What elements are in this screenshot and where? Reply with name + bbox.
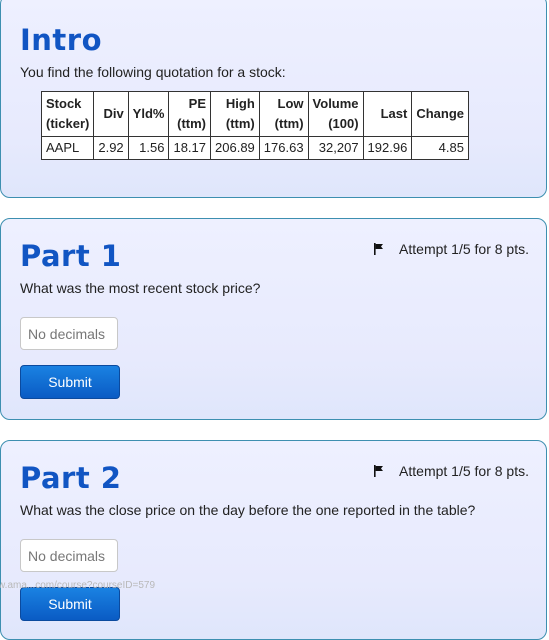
col-last: Last — [362, 91, 413, 137]
cell-high: 206.89 — [210, 136, 260, 160]
col-high: High (ttm) — [210, 91, 260, 137]
col-pe: PE (ttm) — [168, 91, 212, 137]
part2-attempt-text: Attempt 1/5 for 8 pts. — [399, 463, 529, 479]
cell-div: 2.92 — [93, 136, 129, 160]
cell-change: 4.85 — [411, 136, 469, 160]
part1-heading: Part 1 — [20, 239, 122, 273]
part2-prompt: What was the close price on the day befo… — [20, 502, 476, 518]
col-volume: Volume (100) — [307, 91, 364, 137]
col-yld: Yld% — [127, 91, 170, 137]
stock-quote-table: Stock (ticker) Div Yld% PE (ttm) High (ttm)… — [40, 91, 469, 160]
cell-volume: 32,207 — [307, 136, 364, 160]
part1-answer-input[interactable] — [20, 317, 118, 350]
flag-icon — [374, 243, 384, 255]
part1-prompt: What was the most recent stock price? — [20, 280, 261, 296]
intro-card: Intro You find the following quotation f… — [0, 0, 547, 198]
table-header-row: Stock (ticker) Div Yld% PE (ttm) High (ttm)… — [40, 91, 469, 137]
cell-last: 192.96 — [362, 136, 413, 160]
cell-ticker: AAPL — [40, 136, 95, 160]
col-div: Div — [93, 91, 129, 137]
intro-prompt: You find the following quotation for a s… — [20, 64, 286, 80]
col-change: Change — [411, 91, 469, 137]
part1-attempt-info: Attempt 1/5 for 8 pts. — [373, 241, 529, 257]
part2-attempt-info: Attempt 1/5 for 8 pts. — [373, 463, 529, 479]
col-low: Low (ttm) — [258, 91, 309, 137]
part2-submit-button[interactable]: Submit — [20, 587, 120, 621]
flag-icon — [374, 465, 384, 477]
intro-heading: Intro — [20, 23, 103, 57]
cell-pe: 18.17 — [168, 136, 212, 160]
col-stock: Stock (ticker) — [40, 91, 95, 137]
part1-card: Attempt 1/5 for 8 pts. Part 1 What was t… — [0, 218, 547, 420]
cell-low: 176.63 — [258, 136, 309, 160]
cell-yld: 1.56 — [127, 136, 170, 160]
part2-heading: Part 2 — [20, 461, 122, 495]
status-bar-url: w.ama...com/course?courseID=579 — [0, 580, 156, 591]
part2-answer-input[interactable] — [20, 539, 118, 572]
part2-card: Attempt 1/5 for 8 pts. Part 2 What was t… — [0, 440, 547, 640]
part1-submit-button[interactable]: Submit — [20, 365, 120, 399]
table-row: AAPL 2.92 1.56 18.17 206.89 176.63 32,20… — [40, 136, 469, 160]
part1-attempt-text: Attempt 1/5 for 8 pts. — [399, 241, 529, 257]
